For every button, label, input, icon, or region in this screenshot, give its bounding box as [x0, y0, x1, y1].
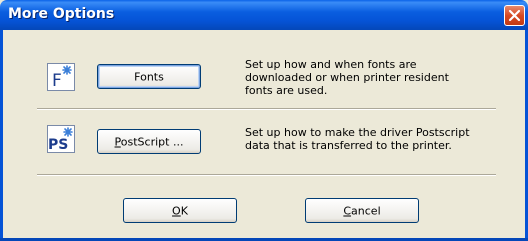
ok-button-label: OK [172, 204, 188, 217]
close-icon [508, 9, 521, 22]
fonts-description-line: Set up how and when fonts are [245, 58, 417, 71]
fonts-button-label: Fonts [134, 70, 164, 83]
fonts-description: Set up how and when fonts are downloaded… [245, 58, 495, 97]
postscript-icon: PS [47, 125, 75, 153]
fonts-description-line: downloaded or when printer resident [245, 71, 449, 84]
fonts-button[interactable]: Fonts [97, 64, 201, 89]
svg-text:PS: PS [48, 137, 68, 153]
cancel-button[interactable]: Cancel [305, 198, 419, 223]
postscript-description-line: Set up how to make the driver Postscript [245, 126, 470, 139]
separator [37, 108, 496, 110]
fonts-description-line: fonts are used. [245, 84, 328, 97]
cancel-button-label: Cancel [343, 204, 381, 217]
title-bar[interactable]: More Options [0, 0, 528, 30]
svg-text:F: F [52, 71, 62, 91]
close-button[interactable] [504, 5, 525, 26]
separator [37, 174, 496, 176]
postscript-button-label: PostScript ... [114, 135, 184, 148]
postscript-description-line: data that is transferred to the printer. [245, 139, 452, 152]
window-frame-left [0, 30, 3, 241]
postscript-button[interactable]: PostScript ... [97, 129, 201, 154]
ok-button[interactable]: OK [123, 198, 237, 223]
window-title: More Options [8, 6, 115, 22]
fonts-icon: F [47, 63, 75, 91]
postscript-description: Set up how to make the driver Postscript… [245, 126, 505, 152]
